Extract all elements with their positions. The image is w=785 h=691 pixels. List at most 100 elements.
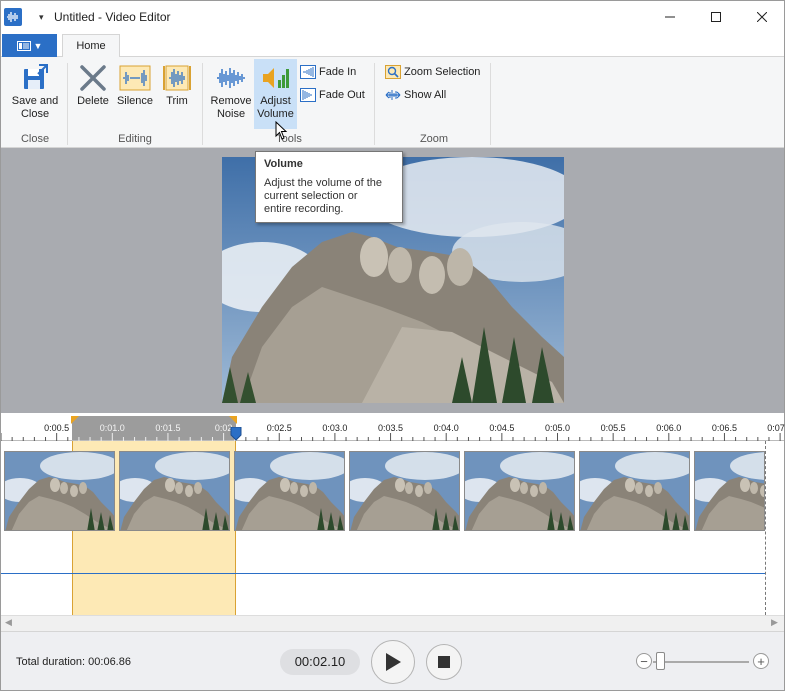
- trim-waveform-icon: [163, 65, 191, 91]
- show-all-button[interactable]: Show All: [385, 88, 446, 102]
- fade-in-label: Fade In: [319, 66, 357, 78]
- silence-button[interactable]: Silence: [115, 63, 155, 123]
- timeline[interactable]: 0:00.5 0:01.0 0:01.5 0:02 0:02.5 0:03.0 0:03.5…: [1, 413, 785, 631]
- video-track[interactable]: [1, 441, 784, 615]
- close-window-button[interactable]: [739, 1, 785, 32]
- video-thumbnail: [464, 451, 575, 531]
- zoom-selection-label: Zoom Selection: [404, 66, 481, 78]
- menu-icon: [16, 40, 31, 51]
- video-thumbnail: [694, 451, 765, 531]
- fade-in-button[interactable]: Fade In: [300, 65, 356, 79]
- end-marker: [765, 441, 766, 615]
- remove-noise-button[interactable]: Remove Noise: [209, 63, 253, 129]
- tick-label: 0:01.5: [155, 423, 181, 433]
- trim-button[interactable]: Trim: [157, 63, 197, 123]
- fade-in-icon: [300, 65, 316, 79]
- tick-label: 0:05.0: [544, 423, 571, 433]
- fade-out-icon: [300, 88, 316, 102]
- tooltip-body-3: entire recording.: [264, 203, 344, 215]
- volume-icon: [262, 68, 289, 88]
- adjust-volume-button[interactable]: Adjust Volume: [254, 59, 297, 129]
- video-thumbnail: [119, 451, 230, 531]
- maximize-button[interactable]: [693, 1, 739, 32]
- ribbon-tab-row: ▼ Home: [1, 32, 784, 58]
- scroll-right-icon[interactable]: ▶: [771, 617, 778, 628]
- delete-button[interactable]: Delete: [73, 63, 113, 123]
- tooltip-body-2: current selection or: [264, 190, 358, 202]
- tooltip-title: Volume: [264, 158, 303, 170]
- scroll-left-icon[interactable]: ◀: [5, 617, 12, 628]
- ribbon-divider: [490, 63, 491, 145]
- tick-label: 0:07: [767, 423, 785, 433]
- file-menu-tab[interactable]: ▼: [2, 34, 57, 57]
- stop-icon: [438, 656, 450, 668]
- video-editor-window: ▾ Untitled - Video Editor ▼ Home Save an…: [0, 0, 785, 691]
- current-time-display: 00:02.10: [280, 649, 360, 675]
- tick-label: 0:06.0: [656, 423, 682, 433]
- play-icon: [386, 653, 401, 671]
- save-and-close-label-1: Save and: [11, 95, 59, 107]
- trim-label: Trim: [166, 95, 188, 107]
- zoom-selection-icon: [385, 65, 401, 79]
- tick-label: 0:02.5: [266, 423, 292, 433]
- status-bar: Total duration: 00:06.86 00:02.10 − +: [1, 631, 784, 690]
- zoom-group-label: Zoom: [419, 133, 449, 145]
- close-group-label: Close: [20, 133, 50, 145]
- ribbon: Save and Close Close Delete Silence Trim…: [1, 57, 784, 148]
- total-duration: Total duration: 00:06.86: [16, 656, 131, 668]
- tick-label: 0:01.0: [99, 423, 125, 433]
- remove-noise-icon: [217, 68, 245, 88]
- title-bar: ▾ Untitled - Video Editor: [1, 1, 784, 32]
- remove-noise-label-2: Noise: [216, 108, 246, 120]
- mouse-cursor-icon: [275, 121, 288, 140]
- save-icon: [24, 64, 48, 89]
- time-ruler[interactable]: 0:00.5 0:01.0 0:01.5 0:02 0:02.5 0:03.0 0:03.5…: [1, 413, 785, 441]
- editing-group-label: Editing: [118, 133, 152, 145]
- show-all-label: Show All: [404, 89, 447, 101]
- adjust-volume-label-2: Volume: [257, 108, 294, 120]
- tick-label: 0:06.5: [711, 423, 737, 433]
- app-waveform-icon[interactable]: [4, 8, 22, 26]
- tick-label: 0:00.5: [44, 423, 70, 433]
- zoom-selection-button[interactable]: Zoom Selection: [385, 65, 480, 79]
- horizontal-scrollbar[interactable]: ◀ ▶: [1, 615, 784, 631]
- zoom-out-button[interactable]: −: [636, 653, 652, 669]
- play-button[interactable]: [371, 640, 415, 684]
- quick-access-dropdown-icon[interactable]: ▾: [39, 12, 44, 23]
- minimize-button[interactable]: [647, 1, 693, 32]
- silence-label: Silence: [116, 95, 154, 107]
- remove-noise-label-1: Remove: [210, 95, 252, 107]
- tab-home[interactable]: Home: [62, 34, 120, 58]
- tick-label: 0:03.0: [322, 423, 348, 433]
- save-and-close-button[interactable]: Save and Close: [7, 63, 63, 129]
- delete-label: Delete: [77, 95, 109, 107]
- chevron-down-icon: ▼: [33, 40, 43, 51]
- video-thumbnail: [4, 451, 115, 531]
- playhead-icon[interactable]: [230, 427, 242, 441]
- volume-tooltip: Volume Adjust the volume of the current …: [255, 151, 403, 223]
- show-all-icon: [385, 90, 401, 100]
- adjust-volume-label-1: Adjust: [260, 95, 291, 107]
- video-thumbnail: [234, 451, 345, 531]
- tooltip-body-1: Adjust the volume of the: [264, 177, 383, 189]
- silence-waveform-icon: [119, 65, 151, 91]
- delete-x-icon: [80, 65, 106, 91]
- ribbon-divider: [202, 63, 203, 145]
- ribbon-divider: [374, 63, 375, 145]
- zoom-slider-track[interactable]: [653, 661, 749, 663]
- video-thumbnail: [349, 451, 460, 531]
- fade-out-button[interactable]: Fade Out: [300, 88, 365, 102]
- tick-label: 0:03.5: [378, 423, 404, 433]
- ribbon-divider: [67, 63, 68, 145]
- tick-label: 0:04.0: [433, 423, 459, 433]
- tick-label: 0:05.5: [600, 423, 626, 433]
- zoom-slider-thumb[interactable]: [656, 652, 666, 670]
- stop-button[interactable]: [426, 644, 462, 680]
- zoom-in-button[interactable]: +: [753, 653, 769, 669]
- save-and-close-label-2: Close: [20, 108, 50, 120]
- fade-out-label: Fade Out: [319, 89, 365, 101]
- window-title: Untitled - Video Editor: [54, 10, 171, 24]
- tools-group-label: Tools: [276, 133, 302, 145]
- tick-label: 0:04.5: [489, 423, 515, 433]
- volume-line[interactable]: [1, 573, 766, 574]
